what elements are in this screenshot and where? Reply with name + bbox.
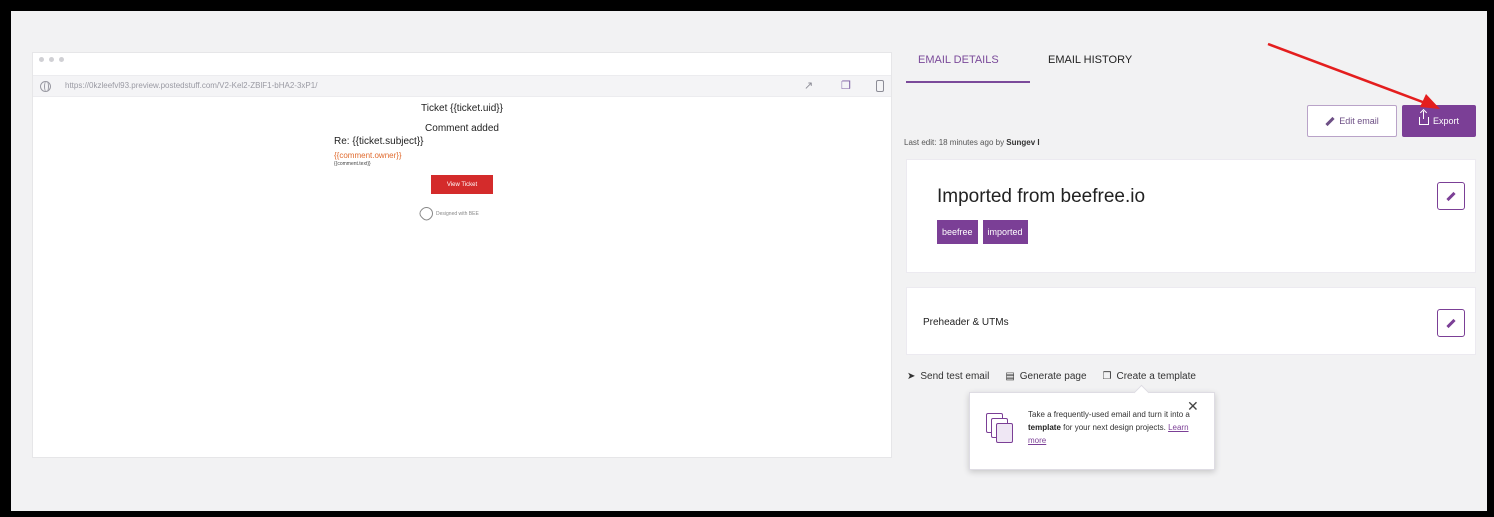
popover-text-before: Take a frequently-used email and turn it… <box>1028 410 1190 419</box>
pencil-icon <box>1446 191 1456 201</box>
designed-with-text: Designed with BEE <box>436 210 479 217</box>
email-name: Imported from beefree.io <box>937 186 1146 207</box>
tag-badge[interactable]: beefree <box>937 220 978 244</box>
active-tab-underline <box>906 81 1030 83</box>
edit-email-button[interactable]: Edit email <box>1307 105 1397 137</box>
email-actions: ➤ Send test email ▤ Generate page ❐ Crea… <box>907 371 1196 382</box>
generate-page-action[interactable]: ▤ Generate page <box>1005 371 1086 382</box>
sheet-shape <box>996 423 1013 443</box>
view-ticket-button[interactable]: View Ticket <box>431 175 493 194</box>
copy-icon[interactable]: ❐ <box>841 80 851 93</box>
last-edit-info: Last edit: 18 minutes ago by Sungev I <box>904 138 1040 147</box>
preview-url-bar: https://0kzleefvl93.preview.postedstuff.… <box>33 75 891 97</box>
globe-icon <box>40 81 51 92</box>
email-preview: https://0kzleefvl93.preview.postedstuff.… <box>32 52 892 458</box>
email-comment-added: Comment added <box>425 123 499 134</box>
popover-text-after: for your next design projects. <box>1060 423 1169 432</box>
tab-email-details[interactable]: EMAIL DETAILS <box>918 54 999 66</box>
export-button[interactable]: Export <box>1402 105 1476 137</box>
send-icon: ➤ <box>907 370 916 382</box>
upload-icon <box>1418 111 1429 125</box>
window-dot <box>39 57 44 62</box>
window-dot <box>49 57 54 62</box>
edit-email-label: Edit email <box>1339 116 1379 126</box>
edit-name-button[interactable] <box>1437 182 1465 210</box>
generate-page-label: Generate page <box>1019 371 1087 382</box>
window-dots <box>39 57 64 62</box>
email-comment-owner: {{comment.owner}} <box>334 151 402 160</box>
last-edit-text: Last edit: 18 minutes ago by <box>904 138 1005 147</box>
template-icon: ❐ <box>1102 370 1112 382</box>
email-tags: beefree imported <box>937 220 1028 244</box>
preheader-label: Preheader & UTMs <box>923 317 1009 328</box>
email-body-block: Re: {{ticket.subject}} {{comment.owner}}… <box>334 136 424 168</box>
create-template-action[interactable]: ❐ Create a template <box>1103 371 1196 382</box>
send-test-email-label: Send test email <box>920 371 990 382</box>
close-icon[interactable]: ✕ <box>1187 399 1199 413</box>
email-re-subject: Re: {{ticket.subject}} <box>334 136 424 147</box>
template-tip-popover: Take a frequently-used email and turn it… <box>969 392 1215 470</box>
last-edit-user: Sungev I <box>1006 138 1040 147</box>
email-comment-text: {{comment.text}} <box>334 161 371 167</box>
preview-url[interactable]: https://0kzleefvl93.preview.postedstuff.… <box>65 81 317 90</box>
mobile-icon[interactable] <box>876 80 884 92</box>
email-footer: Designed with BEE <box>417 204 479 223</box>
popover-text: Take a frequently-used email and turn it… <box>1028 408 1192 447</box>
template-stack-icon <box>986 413 1016 443</box>
preheader-card: Preheader & UTMs <box>906 287 1476 355</box>
tab-email-history[interactable]: EMAIL HISTORY <box>1048 54 1132 66</box>
pencil-icon <box>1325 116 1335 126</box>
popover-text-bold: template <box>1028 423 1061 432</box>
edit-preheader-button[interactable] <box>1437 309 1465 337</box>
email-name-card: Imported from beefree.io beefree importe… <box>906 159 1476 273</box>
tag-badge[interactable]: imported <box>982 220 1028 244</box>
email-ticket-title: Ticket {{ticket.uid}} <box>421 103 503 114</box>
send-test-email-action[interactable]: ➤ Send test email <box>907 371 989 382</box>
create-template-label: Create a template <box>1116 371 1196 382</box>
export-label: Export <box>1432 116 1459 126</box>
external-link-icon[interactable]: ↗ <box>804 80 813 93</box>
pencil-icon <box>1446 318 1456 328</box>
window-dot <box>59 57 64 62</box>
page-icon: ▤ <box>1005 370 1015 382</box>
bee-logo-icon <box>417 204 436 223</box>
